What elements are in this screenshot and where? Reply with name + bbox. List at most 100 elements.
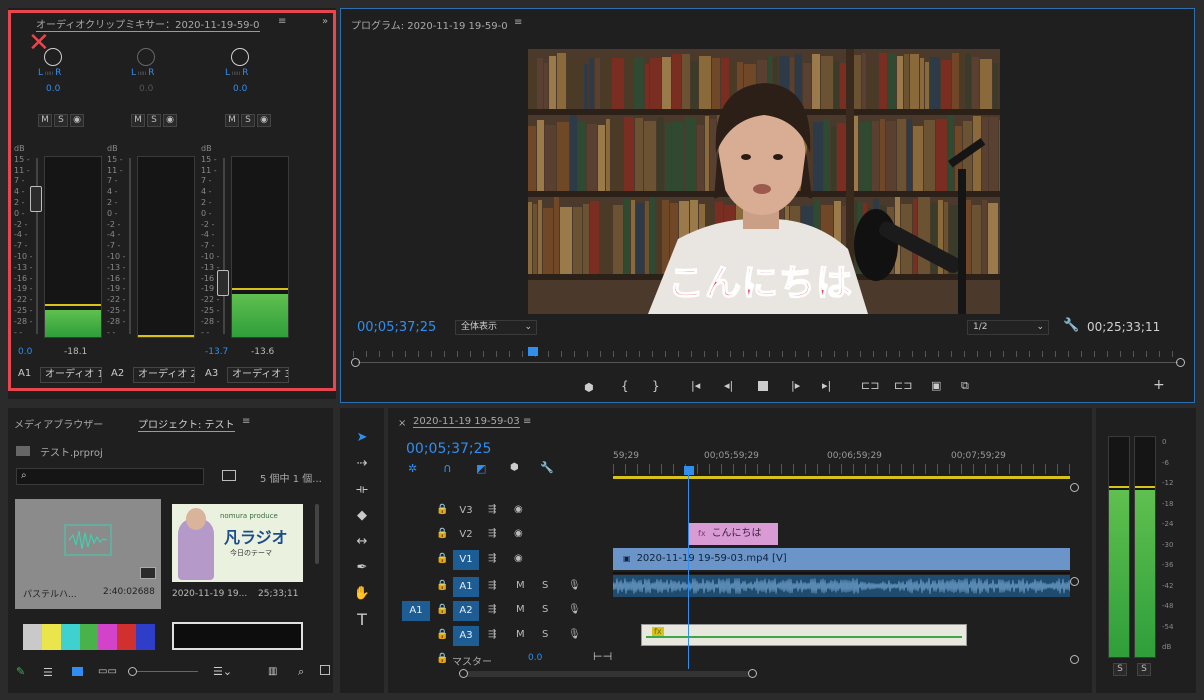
track-select-tool-icon[interactable]: ⇢ — [351, 454, 373, 474]
work-area-bar[interactable] — [613, 476, 1070, 479]
icon-view-icon[interactable] — [72, 667, 83, 676]
lock-icon[interactable]: 🔒 — [436, 629, 448, 640]
master-edit-icon[interactable]: ⊢⊣ — [593, 650, 612, 663]
sync-lock-icon[interactable]: ⇶ — [488, 604, 496, 615]
solo-right-button[interactable]: S — [1137, 663, 1151, 676]
program-title[interactable]: プログラム: 2020-11-19 19-59-0 — [351, 17, 508, 32]
tab-media-browser[interactable]: メディアブラウザー — [14, 416, 103, 431]
step-forward-icon[interactable]: |▸ — [791, 379, 800, 392]
project-search-input[interactable]: ⌕ — [16, 468, 204, 485]
microphone-icon[interactable]: 🎙 — [568, 580, 581, 591]
camera-icon[interactable]: ▣ — [931, 379, 941, 392]
add-marker-icon[interactable]: ⬢ — [510, 462, 519, 473]
vertical-zoom-handle[interactable] — [1070, 655, 1079, 664]
program-timecode[interactable]: 00;05;37;25 — [357, 320, 436, 335]
ripple-edit-tool-icon[interactable]: ⟛ — [351, 480, 373, 500]
audio-clip-a1[interactable] — [613, 575, 1070, 597]
microphone-icon[interactable]: 🎙 — [568, 604, 581, 615]
fit-dropdown[interactable]: 全体表示 ⌄ — [455, 320, 537, 335]
microphone-icon[interactable]: 🎙 — [568, 629, 581, 640]
zoom-slider-handle[interactable] — [128, 667, 137, 676]
lock-icon[interactable]: 🔒 — [436, 504, 448, 515]
wrench-icon[interactable]: 🔧 — [1063, 318, 1079, 333]
scroll-handle-left[interactable] — [459, 669, 468, 678]
track-target[interactable]: V1 — [453, 550, 479, 570]
pen-tool-icon[interactable]: ✒ — [351, 558, 373, 578]
sync-lock-icon[interactable]: ⇶ — [488, 629, 496, 640]
freeform-view-icon[interactable]: ▭▭ — [98, 666, 117, 677]
source-patch-a1[interactable]: A1 — [402, 601, 430, 621]
panel-menu-icon[interactable]: ≡ — [523, 416, 531, 427]
track-target[interactable]: A2 — [453, 601, 479, 621]
panel-menu-icon[interactable]: ≡ — [514, 17, 522, 28]
new-bin-icon[interactable] — [222, 470, 236, 481]
lock-icon[interactable]: 🔒 — [436, 553, 448, 564]
panel-menu-icon[interactable]: ≡ — [242, 416, 250, 427]
lock-icon[interactable]: 🔒 — [436, 528, 448, 539]
tab-project[interactable]: プロジェクト: テスト — [138, 416, 235, 432]
lock-icon[interactable]: 🔒 — [436, 653, 448, 664]
solo-track-button[interactable]: S — [542, 580, 548, 591]
project-item[interactable]: パステルハ... 2:40:02688 — [15, 499, 161, 609]
track-target[interactable]: V2 — [453, 525, 479, 545]
color-bars-thumbnail[interactable] — [23, 624, 156, 650]
track-target[interactable]: A1 — [453, 577, 479, 597]
mark-in-icon[interactable]: { — [621, 379, 629, 393]
zoom-slider[interactable] — [128, 667, 198, 676]
program-video-frame[interactable]: こんにちは — [528, 49, 1000, 314]
mute-track-button[interactable]: M — [516, 629, 525, 640]
stop-icon[interactable] — [758, 381, 768, 391]
automate-icon[interactable]: ▥ — [268, 666, 277, 677]
add-button-icon[interactable]: + — [1153, 377, 1165, 393]
step-back-icon[interactable]: ◂| — [724, 379, 733, 392]
horizontal-scrollbar[interactable] — [459, 669, 757, 678]
audio-clip-a3[interactable]: fx — [641, 624, 967, 646]
timeline-timecode[interactable]: 00;05;37;25 — [406, 441, 491, 457]
lock-icon[interactable]: 🔒 — [436, 580, 448, 591]
video-clip[interactable]: ▣ 2020-11-19 19-59-03.mp4 [V] — [613, 548, 1070, 570]
mute-track-button[interactable]: M — [516, 580, 525, 591]
linked-selection-icon[interactable]: ◩ — [476, 462, 486, 475]
go-to-in-icon[interactable]: |◂ — [691, 379, 700, 392]
selection-tool-icon[interactable]: ➤ — [351, 428, 373, 448]
type-tool-icon[interactable]: T — [351, 610, 373, 630]
vertical-zoom-handle[interactable] — [1070, 483, 1079, 492]
resolution-dropdown[interactable]: 1/2 ⌄ — [967, 320, 1049, 335]
solo-track-button[interactable]: S — [542, 629, 548, 640]
magnet-icon[interactable]: ∩ — [443, 461, 452, 475]
lift-icon[interactable]: ⊏⊐ — [861, 379, 879, 392]
pencil-icon[interactable]: ✎ — [16, 665, 25, 678]
black-video-thumbnail[interactable] — [172, 622, 303, 650]
find-icon[interactable]: ⌕ — [298, 665, 304, 679]
master-value[interactable]: 0.0 — [528, 653, 542, 663]
sync-lock-icon[interactable]: ⇶ — [488, 553, 496, 564]
razor-tool-icon[interactable]: ◆ — [351, 506, 373, 526]
new-bin-icon[interactable] — [320, 665, 330, 675]
vertical-zoom-handle[interactable] — [1070, 577, 1079, 586]
mute-track-button[interactable]: M — [516, 604, 525, 615]
extract-icon[interactable]: ⊏⊐ — [894, 379, 912, 392]
sync-lock-icon[interactable]: ⇶ — [488, 504, 496, 515]
playhead-marker[interactable] — [528, 347, 538, 356]
track-target[interactable]: A3 — [453, 626, 479, 646]
go-to-out-icon[interactable]: ▸| — [822, 379, 831, 392]
eye-icon[interactable]: ◉ — [514, 553, 523, 564]
scroll-handle-right[interactable] — [748, 669, 757, 678]
time-ruler[interactable] — [613, 464, 1070, 474]
title-clip[interactable]: fx こんにちは — [688, 523, 778, 545]
solo-left-button[interactable]: S — [1113, 663, 1127, 676]
solo-track-button[interactable]: S — [542, 604, 548, 615]
eye-icon[interactable]: ◉ — [514, 504, 523, 515]
sync-lock-icon[interactable]: ⇶ — [488, 580, 496, 591]
program-time-ruler[interactable] — [351, 345, 1185, 367]
timeline-tab[interactable]: 2020-11-19 19-59-03 — [413, 416, 520, 428]
zoom-handle-left[interactable] — [351, 358, 360, 367]
close-icon[interactable]: × — [398, 418, 406, 429]
list-view-icon[interactable]: ☰ — [43, 666, 53, 679]
lock-icon[interactable]: 🔒 — [436, 604, 448, 615]
scrollbar[interactable] — [315, 504, 319, 564]
track-target[interactable]: V3 — [453, 501, 479, 521]
snap-icon[interactable]: ✲ — [408, 462, 417, 475]
sort-icon[interactable]: ☰⌄ — [213, 665, 232, 678]
marker-icon[interactable]: ⬢ — [584, 381, 594, 394]
